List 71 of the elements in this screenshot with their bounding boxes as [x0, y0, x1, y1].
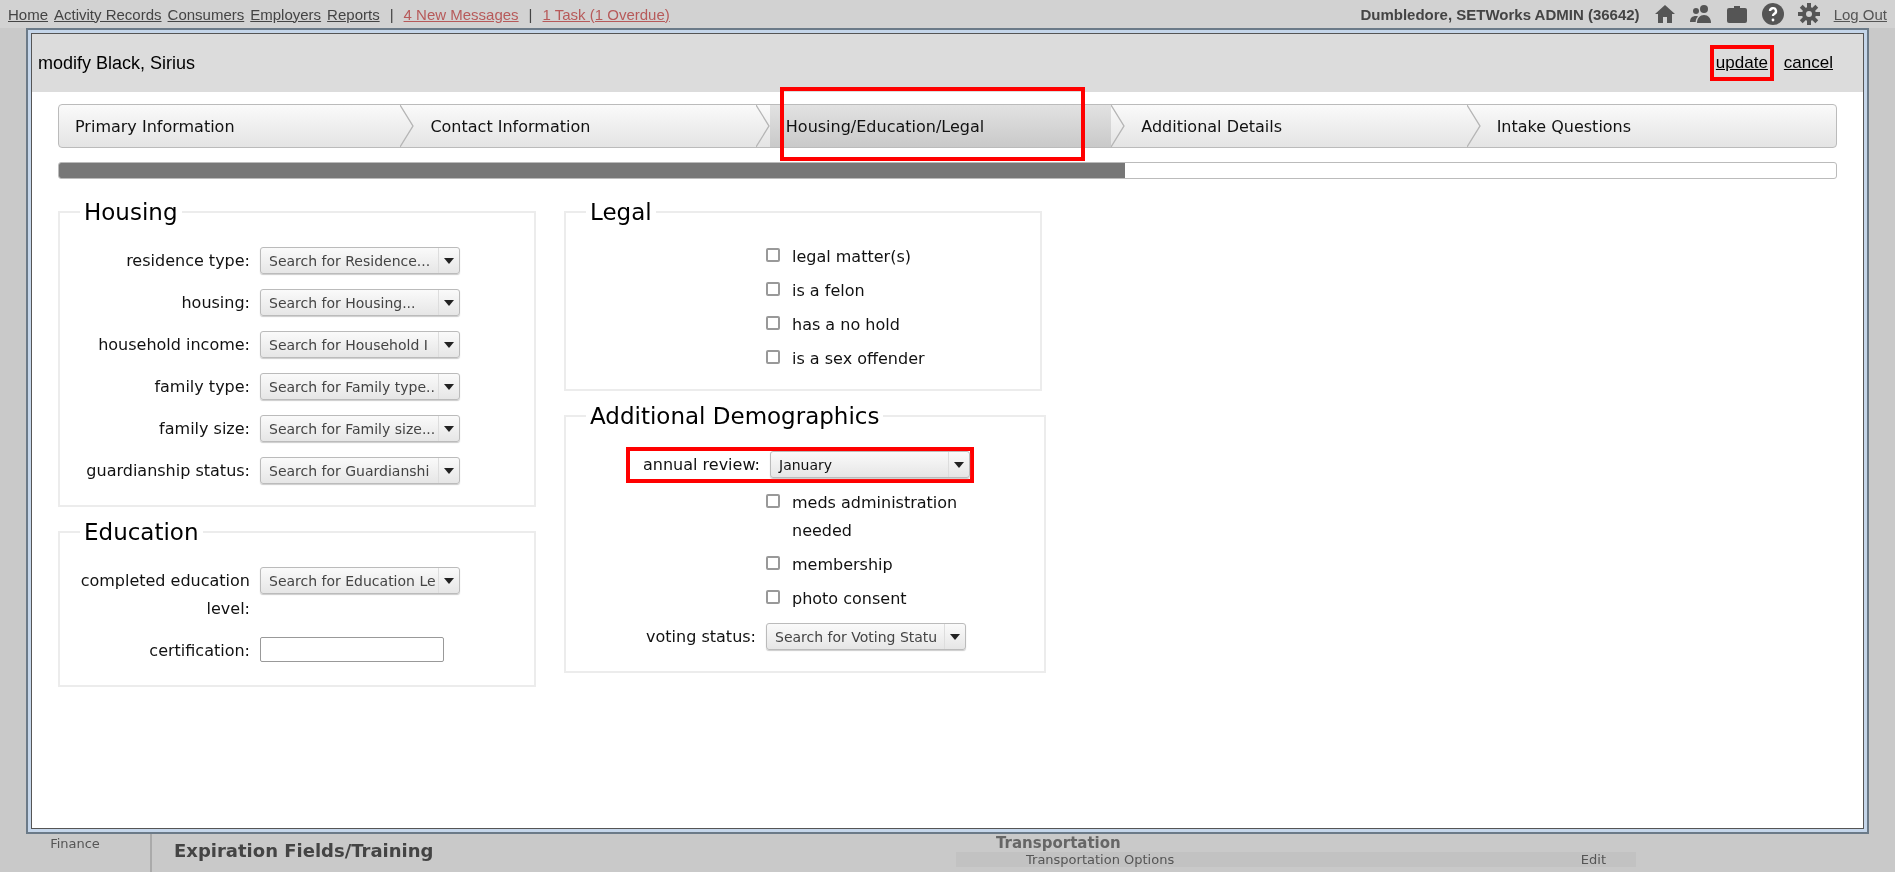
checkbox-label: is a felon — [792, 280, 865, 302]
caret-icon — [444, 341, 454, 348]
field-label: residence type: — [125, 250, 250, 272]
field-label: housing: — [180, 292, 250, 314]
dropdown[interactable]: Search for Housing... — [260, 289, 460, 316]
caret-icon — [444, 577, 454, 584]
checkbox-label: membership — [792, 554, 893, 576]
checkbox[interactable] — [766, 590, 780, 604]
section-title: Housing — [83, 199, 179, 225]
field-label: family type: — [153, 376, 250, 398]
caret-icon — [444, 467, 454, 474]
section-heading: Expiration Fields/Training — [173, 839, 435, 861]
checkbox-label: photo consent — [792, 588, 907, 610]
logout-link[interactable]: Log Out — [1833, 5, 1887, 23]
dropdown[interactable]: Search for Guardianshi — [260, 457, 460, 484]
nav-link[interactable]: Employers — [250, 5, 322, 23]
checkbox-label: legal matter(s) — [792, 246, 911, 268]
caret-icon — [444, 257, 454, 264]
edit-link[interactable]: Edit — [1580, 852, 1606, 867]
checkbox[interactable] — [766, 282, 780, 296]
checkbox[interactable] — [766, 316, 780, 330]
step-tab[interactable]: Contact Information — [414, 105, 756, 147]
separator: | — [389, 5, 394, 23]
sidebar-item[interactable]: Finance — [0, 834, 152, 872]
field-label: guardianship status: — [85, 460, 250, 482]
field-label: voting status: — [645, 626, 756, 648]
update-link[interactable]: update — [1715, 53, 1768, 72]
dropdown[interactable]: Search for Family type.. — [260, 373, 460, 400]
section-title: Additional Demographics — [589, 403, 881, 429]
caret-icon — [444, 299, 454, 306]
cancel-link[interactable]: cancel — [1783, 53, 1833, 72]
dialog-title: modify Black, Sirius — [38, 52, 196, 74]
panel-title: Transportation — [995, 834, 1122, 852]
settings-icon[interactable] — [1796, 2, 1821, 26]
dropdown[interactable]: January — [770, 451, 970, 478]
nav-link[interactable]: Activity Records — [54, 5, 162, 23]
field-label: annual review: — [642, 454, 760, 476]
nav-link[interactable]: Home — [8, 5, 48, 23]
step-tab[interactable]: Primary Information — [59, 105, 401, 147]
input-field[interactable] — [260, 637, 444, 662]
checkbox[interactable] — [766, 494, 780, 508]
field-label: household income: — [97, 334, 250, 356]
nav-link[interactable]: Consumers — [167, 5, 245, 23]
caret-icon — [444, 383, 454, 390]
dropdown[interactable]: Search for Family size... — [260, 415, 460, 442]
checkbox-label: has a no hold — [792, 314, 900, 336]
panel-row-label: Transportation Options — [1026, 852, 1175, 867]
help-icon[interactable] — [1760, 2, 1785, 26]
step-tab[interactable]: Additional Details — [1125, 105, 1467, 147]
dropdown[interactable]: Search for Household I — [260, 331, 460, 358]
nav-link[interactable]: Reports — [327, 5, 380, 23]
field-label: completed education level: — [79, 570, 250, 620]
dropdown[interactable]: Search for Voting Statu — [766, 623, 966, 650]
user-name: Dumbledore, SETWorks ADMIN (36642) — [1360, 5, 1640, 23]
people-icon[interactable] — [1688, 2, 1713, 26]
section-title: Education — [83, 519, 200, 545]
field-label: certification: — [148, 640, 250, 662]
checkbox[interactable] — [766, 556, 780, 570]
caret-icon — [954, 461, 964, 468]
section-title: Legal — [589, 199, 653, 225]
separator: | — [528, 5, 533, 23]
checkbox-label: is a sex offender — [792, 348, 925, 370]
checkbox[interactable] — [766, 248, 780, 262]
step-tab[interactable]: Housing/Education/Legal — [769, 105, 1112, 147]
field-label: family size: — [158, 418, 250, 440]
dropdown[interactable]: Search for Education Le — [260, 567, 460, 594]
step-tab[interactable]: Intake Questions — [1480, 105, 1837, 147]
dropdown[interactable]: Search for Residence... — [260, 247, 460, 274]
caret-icon — [950, 633, 960, 640]
checkbox[interactable] — [766, 350, 780, 364]
caret-icon — [444, 425, 454, 432]
